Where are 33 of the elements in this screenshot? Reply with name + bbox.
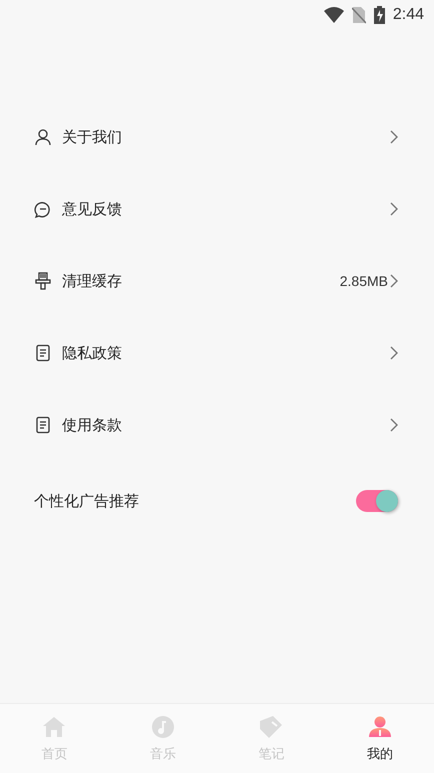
menu-label: 隐私政策 [62,344,123,362]
chevron-right-icon [390,346,398,360]
chevron-right-icon [390,202,398,216]
toggle-switch[interactable] [356,490,398,512]
person-icon [368,714,392,738]
menu-item[interactable]: 隐私政策 [0,317,434,389]
toggle-label: 个性化广告推荐 [34,492,139,510]
tab-item[interactable]: 我的 [326,704,434,773]
battery-charging-icon [374,6,385,24]
menu-label: 清理缓存 [62,272,123,290]
menu-label: 关于我们 [62,128,123,146]
menu-item[interactable]: 使用条款 [0,389,434,461]
menu-label: 意见反馈 [62,200,123,218]
chevron-right-icon [390,274,398,288]
menu-item[interactable]: 关于我们 [0,101,434,173]
document-icon [34,344,52,362]
status-time: 2:44 [392,6,424,24]
menu-item[interactable]: 意见反馈 [0,173,434,245]
home-icon [42,714,66,738]
pencil-tag-icon [259,714,284,738]
person-icon [34,128,52,146]
chevron-right-icon [390,418,398,432]
wifi-icon [324,7,344,23]
menu-label: 使用条款 [62,416,123,434]
cache-size: 2.85MB [340,273,388,289]
tab-label: 我的 [366,746,393,762]
document-icon [34,416,52,434]
brush-icon [34,272,52,290]
no-sim-icon [352,6,366,24]
music-note-icon [150,714,175,738]
chevron-right-icon [390,130,398,144]
menu-item[interactable]: 清理缓存 2.85MB [0,245,434,317]
chat-icon [34,200,52,218]
